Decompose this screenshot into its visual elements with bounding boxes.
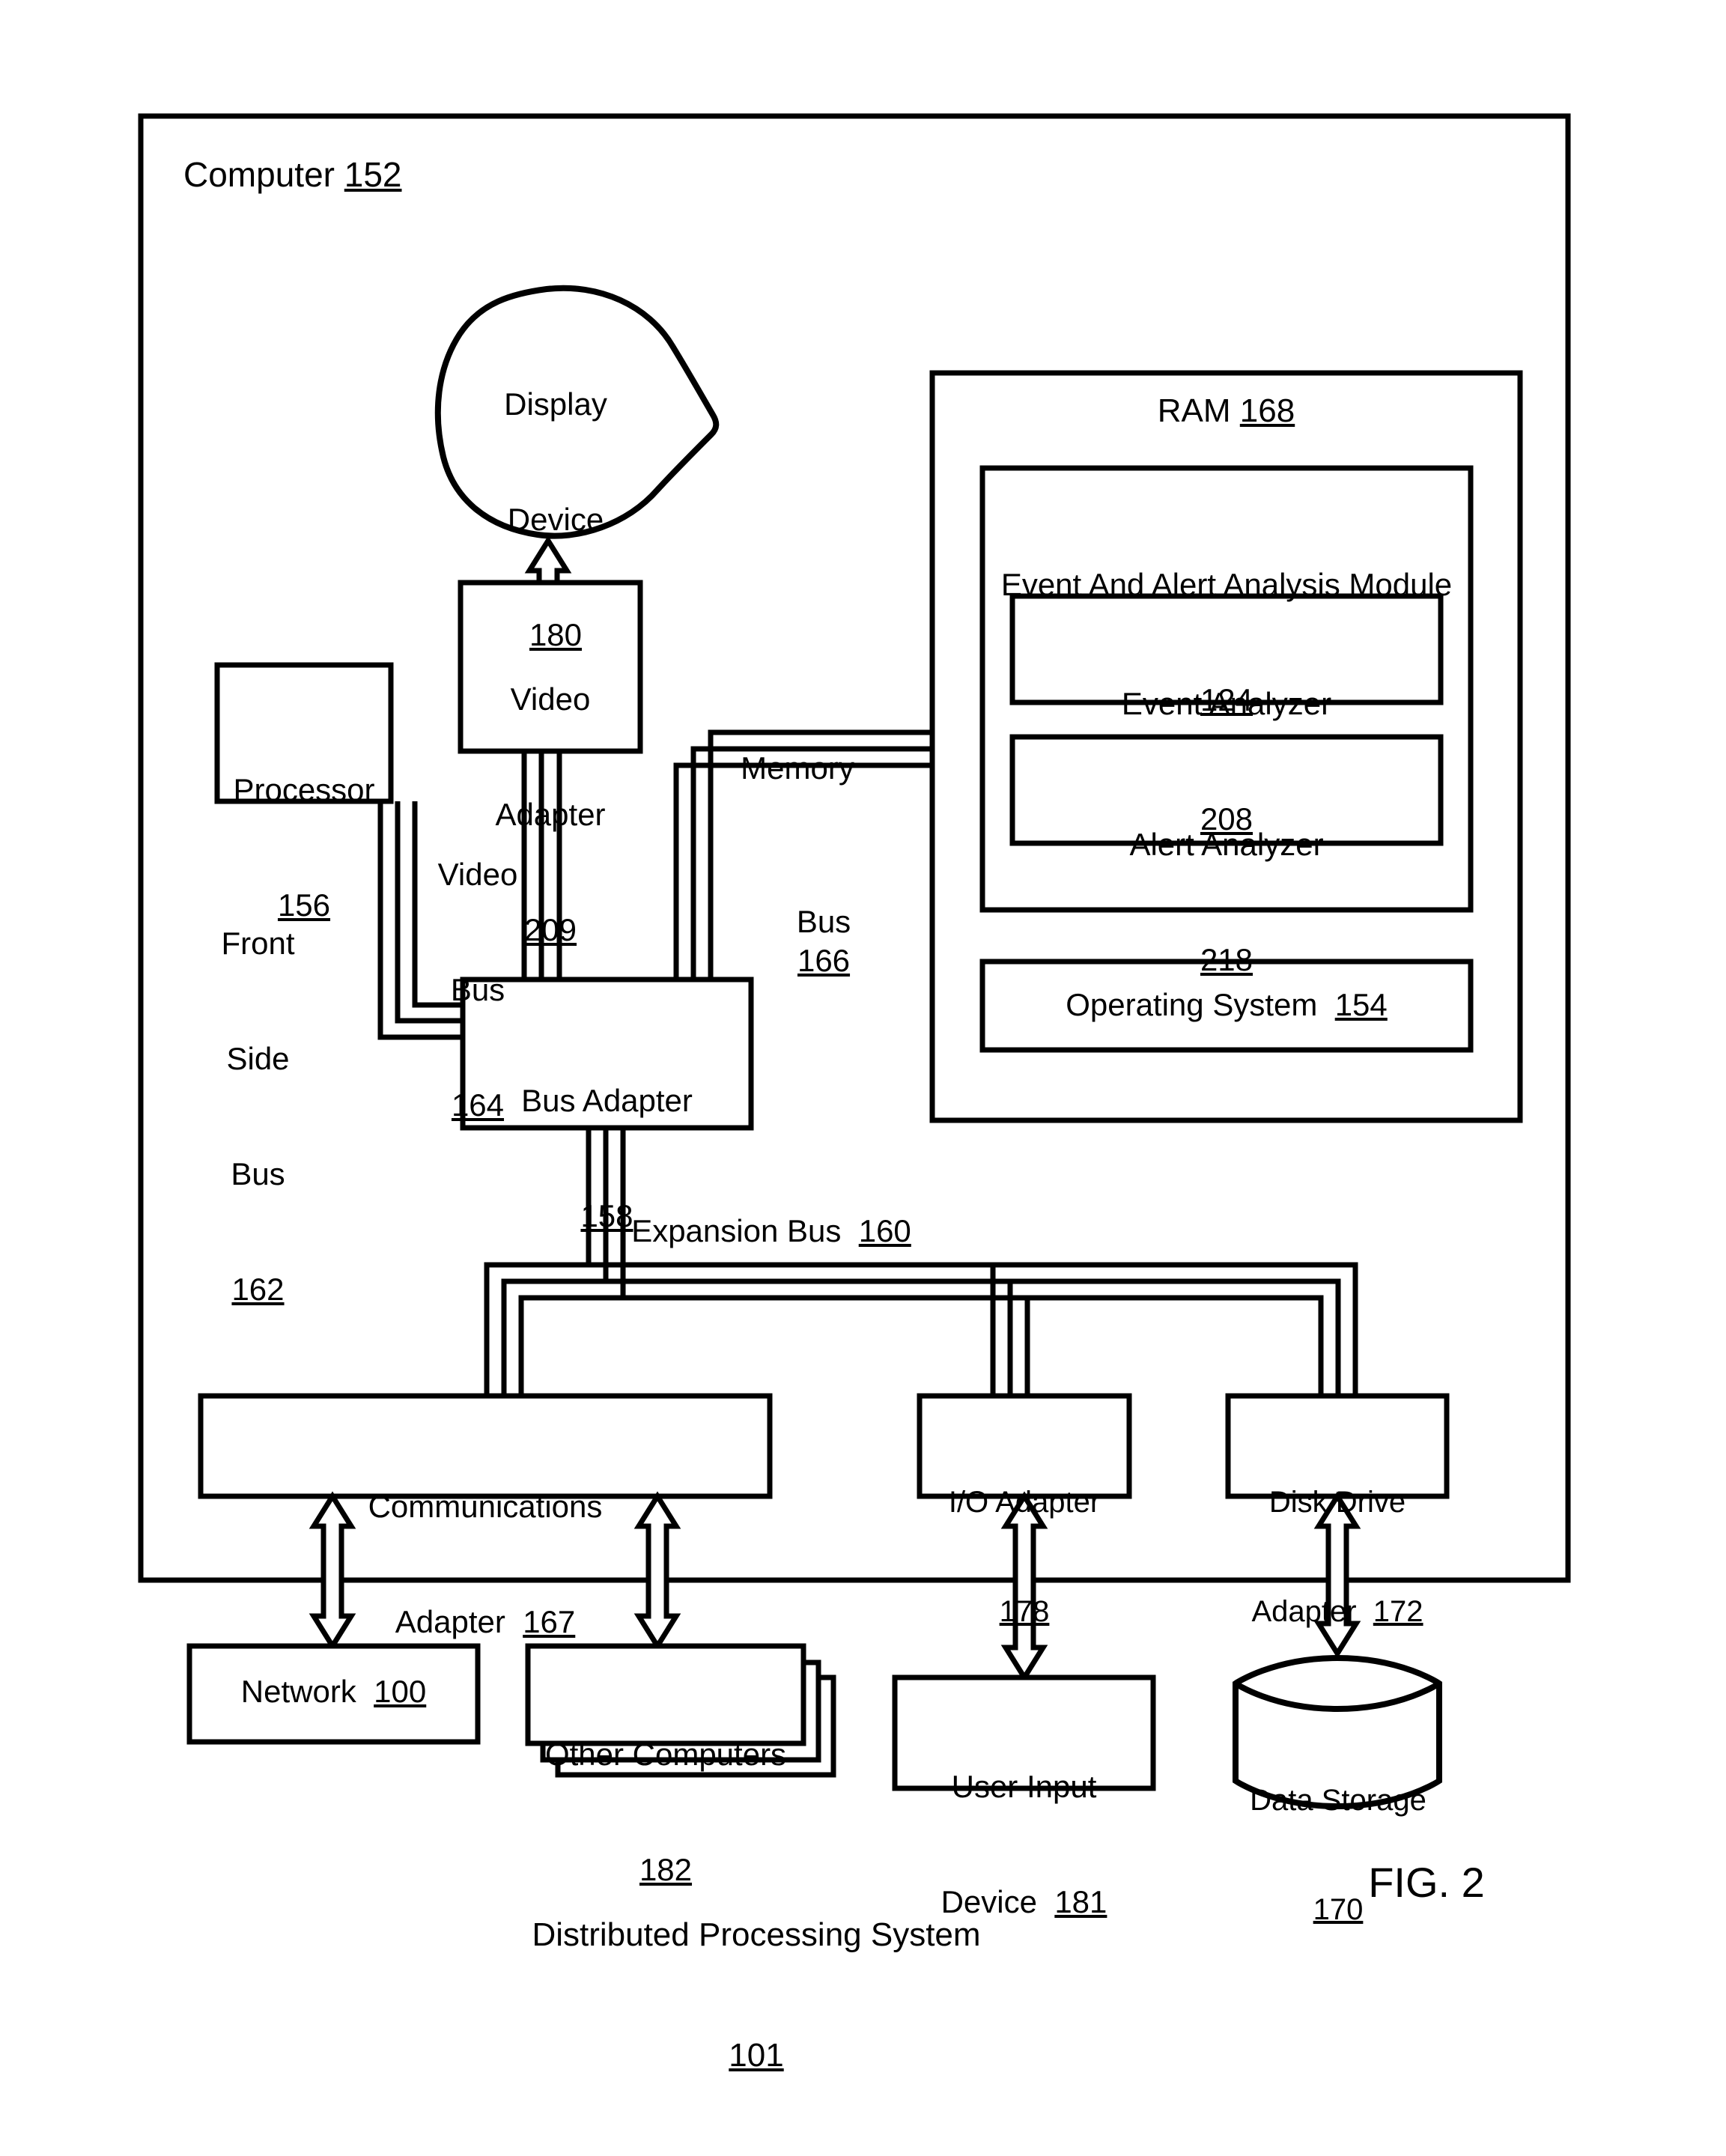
communications-adapter-line1: Communications: [368, 1489, 603, 1525]
expansion-bus-label-text: Expansion Bus: [631, 1213, 842, 1248]
front-side-bus-line2: Side: [226, 1041, 290, 1077]
alert-analyzer-label-text: Alert Analyzer: [1129, 827, 1324, 863]
expansion-bus-io-branch: [990, 1265, 1030, 1396]
user-input-line1: User Input: [951, 1769, 1097, 1805]
operating-system-ref: 154: [1334, 987, 1388, 1022]
network-label-text: Network: [240, 1674, 356, 1709]
io-adapter-label: I/O Adapter 178: [909, 1411, 1140, 1703]
figure-number-text: FIG. 2: [1368, 1859, 1485, 1906]
memory-bus-ref: 166: [797, 942, 851, 978]
memory-bus-line2: Bus: [796, 904, 851, 940]
communications-adapter-line2: Adapter: [395, 1604, 505, 1640]
video-bus-line2: Bus: [450, 972, 505, 1008]
bus-adapter-label: Bus Adapter 158: [463, 1005, 751, 1312]
network-ref: 100: [374, 1674, 427, 1709]
operating-system-label-text: Operating System: [1066, 987, 1318, 1022]
front-side-bus-ref: 162: [231, 1271, 285, 1307]
data-storage-label-text: Data Storage: [1250, 1783, 1426, 1817]
computer-ref: 152: [344, 155, 402, 194]
bus-adapter-label-text: Bus Adapter: [521, 1083, 693, 1119]
disk-drive-adapter-ref: 172: [1373, 1594, 1423, 1628]
figure-canvas: Computer 152 Display Device 180 Video Ad…: [0, 0, 1726, 2074]
computer-label: Computer 152: [183, 154, 483, 195]
other-computers-label-text: Other Computers: [544, 1737, 787, 1773]
disk-drive-adapter-line2: Adapter: [1251, 1594, 1357, 1628]
figure-caption-title: Distributed Processing System: [532, 1916, 981, 1954]
front-side-bus-line1: Front: [221, 926, 295, 962]
memory-bus-line2-wrap: Bus 166: [704, 864, 891, 1018]
ram-label-text: RAM: [1157, 392, 1231, 429]
ram-label: RAM 168: [932, 391, 1520, 431]
disk-drive-adapter-label: Disk Drive Adapter 172: [1222, 1411, 1453, 1703]
expansion-bus-label: Expansion Bus 160: [524, 1212, 1018, 1250]
network-label: Network 100: [189, 1672, 478, 1710]
data-storage-label: Data Storage 170: [1234, 1709, 1442, 2001]
disk-drive-adapter-line2-wrap: Adapter 172: [1222, 1594, 1453, 1630]
figure-number: FIG. 2: [1303, 1857, 1550, 1908]
display-device-line1: Display: [504, 386, 607, 422]
communications-adapter-ref: 167: [523, 1604, 576, 1640]
video-adapter-line1: Video: [510, 681, 591, 717]
alert-analyzer-ref: 218: [1200, 942, 1254, 978]
io-adapter-line1: I/O Adapter: [948, 1485, 1101, 1519]
io-adapter-ref: 178: [999, 1594, 1050, 1628]
expansion-bus-ref: 160: [858, 1213, 911, 1248]
processor-label-text: Processor: [233, 772, 375, 808]
figure-caption-ref: 101: [729, 2037, 784, 2074]
event-alert-module-label-text: Event And Alert Analysis Module: [1000, 567, 1453, 603]
user-input-ref: 181: [1054, 1884, 1107, 1920]
disk-drive-adapter-line1: Disk Drive: [1268, 1485, 1406, 1519]
ram-ref: 168: [1239, 392, 1295, 429]
memory-bus-line1: Memory: [741, 750, 854, 786]
event-analyzer-label-text: Event Analyzer: [1121, 686, 1332, 722]
operating-system-label: Operating System 154: [982, 986, 1471, 1024]
display-device-line2: Device: [507, 502, 604, 538]
communications-adapter-line2-wrap: Adapter 167: [201, 1603, 770, 1641]
figure-caption: Distributed Processing System 101: [524, 1835, 988, 2156]
video-bus-line1: Video: [437, 857, 518, 893]
front-side-bus-label: Front Side Bus 162: [196, 848, 320, 1385]
computer-label-text: Computer: [183, 155, 335, 194]
front-side-bus-line3: Bus: [231, 1156, 285, 1191]
